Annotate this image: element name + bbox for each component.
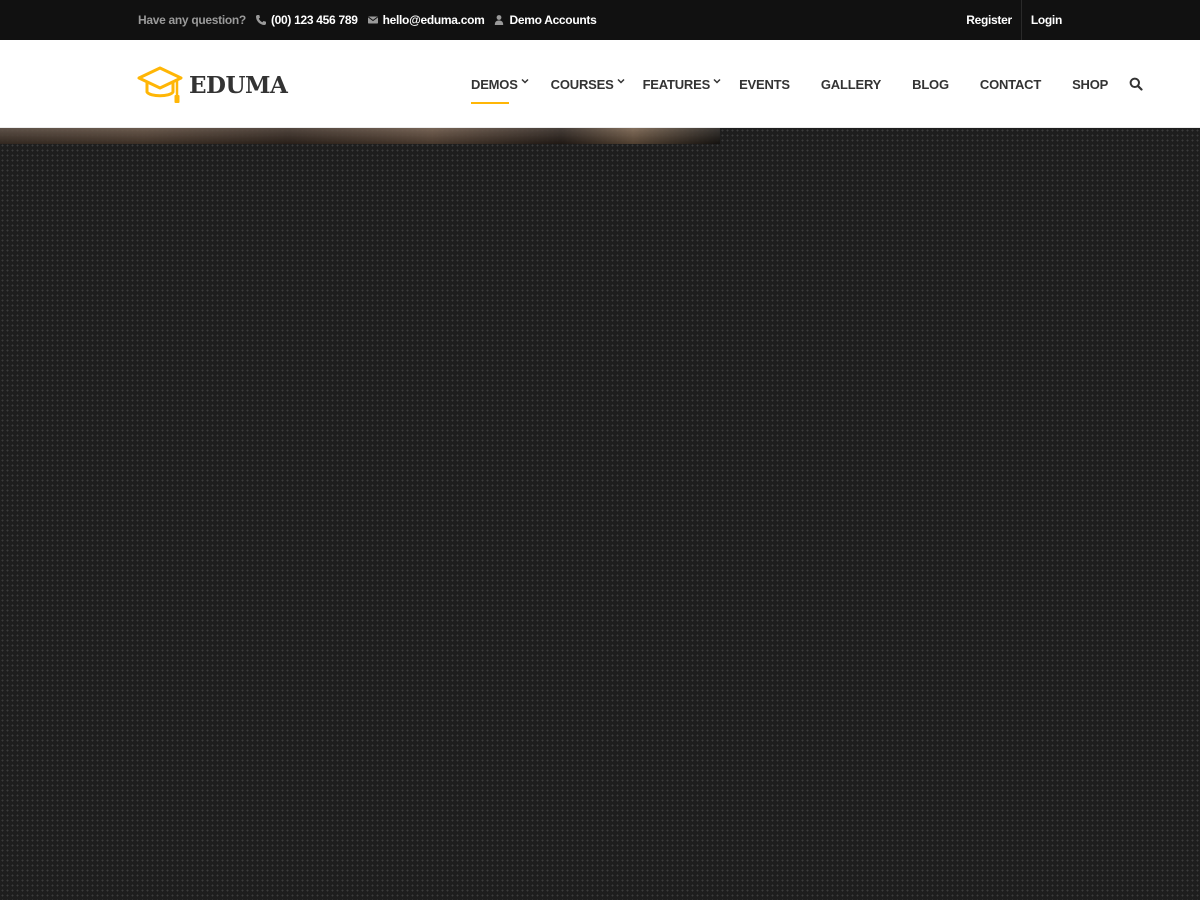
phone-number: (00) 123 456 789 xyxy=(270,13,358,27)
graduation-cap-icon xyxy=(137,66,183,103)
login-link[interactable]: Login xyxy=(1031,13,1062,27)
nav-label: FEATURES xyxy=(642,76,711,92)
nav-item-gallery[interactable]: GALLERY xyxy=(821,40,881,128)
hero-photo-edge xyxy=(0,128,720,144)
question-label: Have any question? xyxy=(138,13,246,27)
demo-accounts-link[interactable]: Demo Accounts xyxy=(493,13,597,27)
main-navigation: DEMOS COURSES FEATURES EVENTS GALLERY BL… xyxy=(471,40,1143,128)
auth-links: Register Login xyxy=(966,0,1062,40)
demo-accounts-label: Demo Accounts xyxy=(509,13,597,27)
email-address: hello@eduma.com xyxy=(382,13,485,27)
nav-item-features[interactable]: FEATURES xyxy=(643,40,722,128)
register-link[interactable]: Register xyxy=(966,13,1012,27)
user-icon xyxy=(495,15,504,25)
auth-divider xyxy=(1020,0,1022,40)
search-icon[interactable] xyxy=(1129,77,1143,91)
nav-item-blog[interactable]: BLOG xyxy=(912,40,949,128)
nav-label: GALLERY xyxy=(820,76,882,92)
nav-item-courses[interactable]: COURSES xyxy=(551,40,625,128)
brand-name: EDUMA xyxy=(189,71,288,99)
nav-item-demos[interactable]: DEMOS xyxy=(471,40,529,128)
contact-info: Have any question? (00) 123 456 789 hell… xyxy=(138,0,605,40)
site-logo[interactable]: EDUMA xyxy=(137,64,288,108)
nav-label: BLOG xyxy=(912,76,949,92)
chevron-down-icon xyxy=(521,78,529,84)
nav-label: CONTACT xyxy=(979,76,1042,92)
nav-label: DEMOS xyxy=(471,76,518,92)
main-header: EDUMA DEMOS COURSES FEATURES EVENTS GALL… xyxy=(0,40,1200,128)
nav-item-contact[interactable]: CONTACT xyxy=(980,40,1041,128)
chevron-down-icon xyxy=(713,78,721,84)
phone-icon xyxy=(255,15,266,25)
nav-label: EVENTS xyxy=(739,76,790,92)
envelope-icon xyxy=(367,16,378,24)
email-link[interactable]: hello@eduma.com xyxy=(367,13,485,27)
hero-section xyxy=(0,128,1200,900)
top-info-bar: Have any question? (00) 123 456 789 hell… xyxy=(0,0,1200,40)
nav-item-shop[interactable]: SHOP xyxy=(1072,40,1108,128)
nav-label: SHOP xyxy=(1072,76,1109,92)
nav-label: COURSES xyxy=(550,76,614,92)
chevron-down-icon xyxy=(617,78,625,84)
hero-photo-shade xyxy=(0,128,720,144)
nav-item-events[interactable]: EVENTS xyxy=(739,40,790,128)
phone-link[interactable]: (00) 123 456 789 xyxy=(255,13,358,27)
